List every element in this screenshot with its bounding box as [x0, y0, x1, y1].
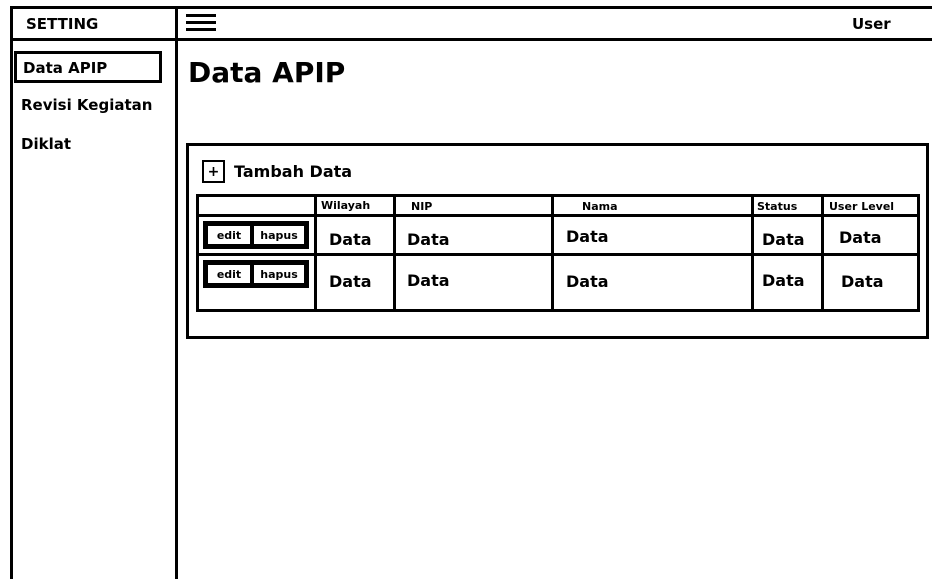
brand-divider — [10, 38, 176, 41]
plus-icon: + — [202, 160, 225, 183]
row-divider — [199, 253, 917, 256]
cell-user-level: Data — [841, 272, 884, 291]
edit-button[interactable]: edit — [206, 263, 252, 285]
sidebar-item-data-apip[interactable]: Data APIP — [14, 51, 162, 83]
add-data-label: Tambah Data — [234, 162, 353, 181]
edit-button[interactable]: edit — [206, 224, 252, 246]
delete-button[interactable]: hapus — [252, 263, 306, 285]
row-actions: edit hapus — [203, 221, 309, 249]
cell-wilayah: Data — [329, 230, 372, 249]
cell-status: Data — [762, 271, 805, 290]
page-title: Data APIP — [188, 56, 346, 89]
user-menu[interactable]: User — [852, 15, 891, 33]
delete-button[interactable]: hapus — [252, 224, 306, 246]
col-divider — [314, 197, 317, 309]
header-nip: NIP — [411, 200, 433, 213]
brand-title: SETTING — [26, 15, 99, 33]
left-border — [10, 6, 13, 579]
row-actions: edit hapus — [203, 260, 309, 288]
col-divider — [821, 197, 824, 309]
cell-wilayah: Data — [329, 272, 372, 291]
top-border — [10, 6, 932, 9]
cell-nip: Data — [407, 271, 450, 290]
add-data-button[interactable]: + Tambah Data — [202, 160, 352, 183]
cell-user-level: Data — [839, 228, 882, 247]
col-divider — [393, 197, 396, 309]
col-divider — [551, 197, 554, 309]
hamburger-menu-icon[interactable] — [186, 14, 216, 34]
cell-status: Data — [762, 230, 805, 249]
header-divider — [176, 38, 932, 41]
sidebar-item-revisi-kegiatan[interactable]: Revisi Kegiatan — [21, 96, 152, 114]
row-divider — [199, 214, 917, 217]
header-nama: Nama — [582, 200, 618, 213]
data-table: Wilayah NIP Nama Status User Level edit … — [196, 194, 920, 312]
cell-nip: Data — [407, 230, 450, 249]
cell-nama: Data — [566, 227, 609, 246]
cell-nama: Data — [566, 272, 609, 291]
header-wilayah: Wilayah — [321, 199, 371, 212]
header-user-level: User Level — [829, 200, 895, 213]
col-divider — [751, 197, 754, 309]
sidebar-divider — [175, 6, 178, 579]
sidebar-item-diklat[interactable]: Diklat — [21, 135, 71, 153]
header-status: Status — [757, 200, 798, 213]
